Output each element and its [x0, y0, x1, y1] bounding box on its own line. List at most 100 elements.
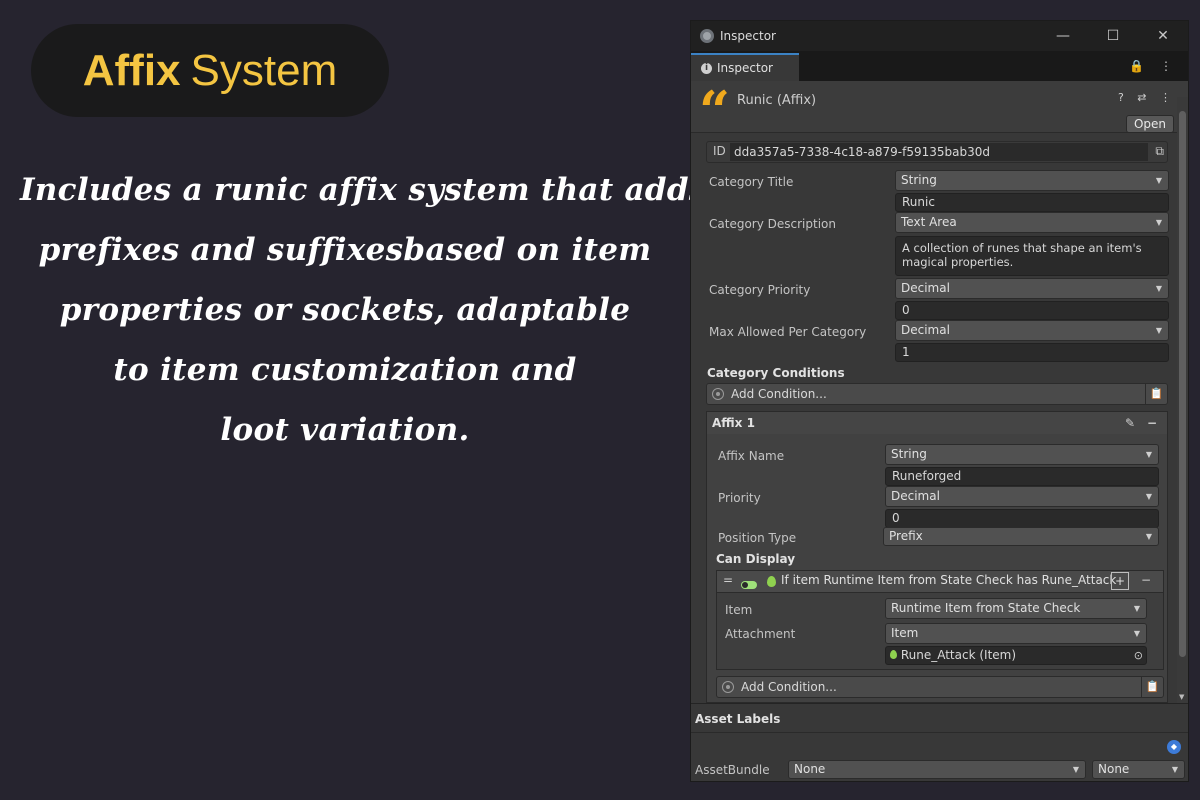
- dropdown-value: Decimal: [901, 323, 950, 337]
- promo-line: prefixes and suffixesbased on item: [38, 232, 652, 268]
- attachment-type-dropdown[interactable]: Item ▼: [885, 623, 1147, 644]
- category-priority-type-dropdown[interactable]: Decimal ▼: [895, 278, 1169, 299]
- maximize-icon[interactable]: ☐: [1088, 28, 1138, 44]
- affix-panel: Affix 1 ✎ − Affix Name String ▼ Runeforge…: [706, 411, 1168, 703]
- open-button[interactable]: Open: [1125, 115, 1174, 133]
- window-titlebar: Inspector — ☐ ✕: [691, 21, 1188, 51]
- dropdown-value: None: [794, 762, 826, 776]
- droplet-icon: [767, 576, 776, 587]
- promo-line: to item customization and: [113, 352, 577, 388]
- affix-name-label: Affix Name: [718, 449, 785, 463]
- clipboard-icon[interactable]: 📋: [1141, 676, 1163, 698]
- description-line: magical properties.: [902, 255, 1014, 269]
- assetbundle-label: AssetBundle: [695, 763, 770, 777]
- max-allowed-type-dropdown[interactable]: Decimal ▼: [895, 320, 1169, 341]
- remove-icon[interactable]: −: [1147, 412, 1157, 434]
- expand-icon[interactable]: +: [1111, 572, 1129, 590]
- category-description-type-dropdown[interactable]: Text Area ▼: [895, 212, 1169, 233]
- asset-footer: Asset Labels ◆ AssetBundle None ▼ None ▼: [691, 703, 1188, 781]
- category-priority-label: Category Priority: [709, 283, 811, 297]
- can-display-heading: Can Display: [716, 552, 796, 566]
- dropdown-value: None: [1098, 762, 1130, 776]
- promo-description: Includes a runic affix system that adds …: [20, 160, 707, 460]
- category-description-label: Category Description: [709, 217, 836, 231]
- affix-name-type-dropdown[interactable]: String ▼: [885, 444, 1159, 465]
- scroll-down-icon[interactable]: ▼: [1179, 693, 1184, 701]
- chevron-down-icon: ▼: [1145, 492, 1152, 501]
- chevron-down-icon: ▼: [1145, 450, 1152, 459]
- toggle-icon[interactable]: [741, 581, 757, 589]
- attachment-value: Rune_Attack (Item): [900, 648, 1017, 662]
- dropdown-value: Decimal: [891, 489, 940, 503]
- position-type-dropdown[interactable]: Prefix ▼: [883, 527, 1159, 546]
- attachment-label: Attachment: [725, 627, 796, 641]
- affix-add-condition-button[interactable]: Add Condition... 📋: [716, 676, 1164, 698]
- position-type-label: Position Type: [718, 531, 797, 545]
- chevron-down-icon: ▼: [1133, 629, 1140, 638]
- drag-handle-icon[interactable]: =: [723, 573, 733, 587]
- close-icon[interactable]: ✕: [1138, 28, 1188, 44]
- category-conditions-heading: Category Conditions: [707, 366, 845, 380]
- info-icon: i: [701, 62, 712, 74]
- category-title-label: Category Title: [709, 175, 794, 189]
- scrollbar[interactable]: ▼: [1177, 97, 1188, 703]
- copy-icon[interactable]: ⧉: [1155, 143, 1164, 160]
- promo-title-pill: Affix System: [31, 24, 389, 117]
- help-settings-menu-icons[interactable]: ? ⇄ ⋮: [1118, 91, 1176, 104]
- dropdown-value: Item: [891, 626, 919, 640]
- assetbundle-variant-dropdown[interactable]: None ▼: [1092, 760, 1185, 779]
- affix-header[interactable]: Affix 1 ✎ −: [707, 412, 1167, 434]
- category-priority-input[interactable]: 0: [895, 301, 1169, 320]
- chevron-down-icon: ▼: [1155, 326, 1162, 335]
- asset-labels-heading: Asset Labels: [695, 712, 781, 726]
- dropdown-value: String: [901, 173, 937, 187]
- affix-priority-type-dropdown[interactable]: Decimal ▼: [885, 486, 1159, 507]
- promo-title-bold: Affix: [82, 45, 181, 95]
- item-dropdown[interactable]: Runtime Item from State Check ▼: [885, 598, 1147, 619]
- affix-priority-input[interactable]: 0: [885, 509, 1159, 528]
- category-title-type-dropdown[interactable]: String ▼: [895, 170, 1169, 191]
- dropdown-value: String: [891, 447, 927, 461]
- chevron-down-icon: ▼: [1171, 765, 1178, 774]
- condition-row[interactable]: = If item Runtime Item from State Check …: [717, 571, 1163, 593]
- max-allowed-input[interactable]: 1: [895, 343, 1169, 362]
- category-title-input[interactable]: Runic: [895, 193, 1169, 212]
- add-condition-label: Add Condition...: [731, 387, 827, 401]
- remove-icon[interactable]: −: [1141, 573, 1151, 587]
- tag-icon[interactable]: ◆: [1167, 740, 1181, 754]
- unity-gear-icon: [700, 29, 714, 43]
- affix-priority-label: Priority: [718, 491, 761, 505]
- assetbundle-dropdown[interactable]: None ▼: [788, 760, 1086, 779]
- category-add-condition-button[interactable]: Add Condition... 📋: [706, 383, 1168, 405]
- tab-label: Inspector: [717, 61, 773, 75]
- id-label: ID: [713, 144, 726, 158]
- category-description-textarea[interactable]: A collection of runes that shape an item…: [895, 236, 1169, 276]
- chevron-down-icon: ▼: [1155, 176, 1162, 185]
- attachment-object-field[interactable]: Rune_Attack (Item) ⊙: [885, 646, 1147, 665]
- id-value[interactable]: dda357a5-7338-4c18-a879-f59135bab30d: [730, 143, 1148, 161]
- scrollbar-thumb[interactable]: [1179, 111, 1186, 657]
- object-title: Runic (Affix): [737, 93, 817, 108]
- divider: [691, 732, 1188, 733]
- object-picker-icon[interactable]: ⊙: [1134, 647, 1143, 664]
- tab-inspector[interactable]: i Inspector: [691, 53, 799, 81]
- condition-block: = If item Runtime Item from State Check …: [716, 570, 1164, 670]
- promo-line: Includes a runic affix system that adds: [20, 172, 707, 208]
- clipboard-icon[interactable]: 📋: [1145, 383, 1167, 405]
- promo-line: loot variation.: [220, 412, 470, 448]
- condition-text: If item Runtime Item from State Check ha…: [781, 573, 1117, 587]
- description-line: A collection of runes that shape an item…: [902, 241, 1142, 255]
- window-title: Inspector: [720, 29, 776, 43]
- promo-title-rest: System: [190, 45, 338, 95]
- minimize-icon[interactable]: —: [1038, 28, 1088, 44]
- chevron-down-icon: ▼: [1145, 532, 1152, 541]
- item-label: Item: [725, 603, 753, 617]
- dropdown-value: Text Area: [901, 215, 957, 229]
- dropdown-value: Decimal: [901, 281, 950, 295]
- droplet-icon: [890, 650, 897, 659]
- lock-and-menu-icons[interactable]: 🔒 ⋮: [1129, 59, 1178, 73]
- window-controls: — ☐ ✕: [1038, 28, 1188, 44]
- tab-bar: i Inspector 🔒 ⋮: [691, 51, 1188, 81]
- edit-icon[interactable]: ✎: [1125, 412, 1135, 434]
- affix-name-input[interactable]: Runeforged: [885, 467, 1159, 486]
